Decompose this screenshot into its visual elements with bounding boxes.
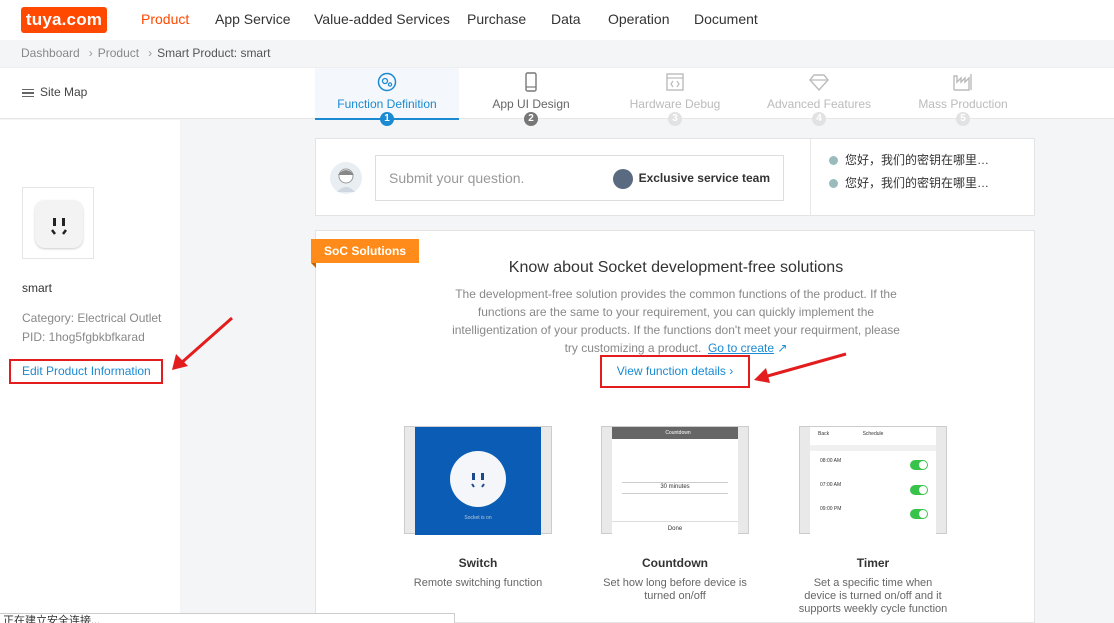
support-avatar-icon [330,162,362,194]
nav-app-service[interactable]: App Service [215,11,290,27]
tuya-logo[interactable]: tuya.com [21,7,107,33]
bullet-icon [829,156,838,166]
countdown-screen-value: 30 minutes [660,484,690,490]
question-input[interactable]: Submit your question. Exclusive service … [375,155,784,201]
step-number: 4 [812,112,826,126]
nav-operation[interactable]: Operation [608,11,669,27]
factory-icon [953,74,972,91]
timer-screen-header: Schedule [862,431,884,437]
toggle-switch[interactable] [910,460,928,470]
countdown-picker-line [622,493,728,494]
feature-card-countdown: Countdown 30 minutes Done Countdown Set … [590,426,760,603]
card-subtitle: Set a specific time when device is turne… [798,577,948,615]
breadcrumb-current: Smart Product: smart [157,46,271,60]
step-number: 5 [956,112,970,126]
divider [810,139,811,215]
diamond-icon [809,74,829,92]
step-number: 1 [380,112,394,126]
nav-value-added-services[interactable]: Value-added Services [314,11,450,27]
annotation-arrow [754,352,847,383]
card-title: Switch [458,556,498,570]
browser-status-bar: 正在建立安全连接... [0,613,455,623]
toggle-switch[interactable] [910,485,928,495]
timer-time: 08:00 AM [820,458,842,464]
socket-icon [35,200,83,248]
menu-icon [22,87,34,100]
view-function-details-button[interactable]: View function details › [600,355,750,388]
toggle-switch[interactable] [910,509,928,519]
question-panel: Submit your question. Exclusive service … [315,138,1035,216]
switch-screen-caption: Socket is on [464,515,492,521]
chevron-right-icon: › [729,364,734,378]
switch-screenshot: Socket is on [404,426,552,535]
countdown-screen-footer: Done [612,521,738,535]
feature-card-switch: Socket is on Switch Remote switching fun… [393,426,563,590]
breadcrumb-product[interactable]: Product [98,46,139,60]
product-name: smart [22,281,52,295]
annotation-arrow [172,316,233,370]
faq-text: 您好，我们的密钥在哪里… [845,153,990,167]
product-category: Category: Electrical Outlet [22,311,162,325]
step-hardware-debug[interactable]: Hardware Debug 3 [603,68,747,126]
exclusive-service-team-button[interactable]: Exclusive service team [612,169,770,189]
step-advanced-features[interactable]: Advanced Features 4 [747,68,891,126]
power-socket-icon [450,451,506,507]
site-map-label: Site Map [40,85,88,99]
timer-screen-divider [810,445,936,451]
view-function-details-label: View function details [616,364,726,378]
bullet-icon [829,179,838,189]
soc-description: The development-free solution provides t… [444,285,908,357]
breadcrumb: Dashboard › Product › Smart Product: smart [21,46,274,60]
timer-time: 07:00 AM [820,482,842,488]
steps-bar: Site Map Function Definition 1 App UI De… [0,67,1114,126]
step-number: 2 [524,112,538,126]
product-pid: PID: 1hog5fgbkbfkarad [22,330,145,344]
breadcrumb-dashboard[interactable]: Dashboard [21,46,80,60]
team-label: Exclusive service team [638,171,770,186]
top-navbar: tuya.com Product App Service Value-added… [0,0,1114,40]
step-function-definition[interactable]: Function Definition 1 [315,68,459,126]
question-placeholder: Submit your question. [389,170,525,186]
chevron-right-icon: › [88,46,93,60]
card-title: Timer [856,556,890,570]
card-subtitle: Remote switching function [413,577,543,589]
step-label: App UI Design [492,97,570,111]
timer-screenshot: Back Schedule 08:00 AM 07:00 AM 09:00 PM [799,426,947,535]
soc-description-text: The development-free solution provides t… [452,287,900,355]
code-icon [666,73,684,91]
step-label: Advanced Features [766,97,872,111]
nav-product[interactable]: Product [141,11,189,27]
step-label: Hardware Debug [629,97,721,111]
step-app-ui-design[interactable]: App UI Design 2 [459,68,603,126]
countdown-screenshot: Countdown 30 minutes Done [601,426,749,535]
soc-solutions-panel: SoC Solutions Know about Socket developm… [311,230,1035,623]
timer-time: 09:00 PM [820,506,842,512]
countdown-screen-header: Countdown [612,427,738,439]
faq-text: 您好，我们的密钥在哪里… [845,176,990,190]
step-number: 3 [668,112,682,126]
nav-document[interactable]: Document [694,11,758,27]
agent-avatar-icon [612,169,633,189]
site-map-button[interactable]: Site Map [22,85,87,99]
card-subtitle: Set how long before device is turned on/… [603,577,747,602]
step-label: Mass Production [918,97,1008,111]
step-mass-production[interactable]: Mass Production 5 [891,68,1035,126]
edit-product-information-link[interactable]: Edit Product Information [9,359,163,384]
nav-purchase[interactable]: Purchase [467,11,526,27]
nav-data[interactable]: Data [551,11,581,27]
soc-heading: Know about Socket development-free solut… [508,259,844,276]
countdown-picker-line [622,482,728,483]
faq-item[interactable]: 您好，我们的密钥在哪里… [829,174,989,191]
product-image [22,187,94,259]
card-title: Countdown [642,556,708,570]
phone-icon [525,72,537,92]
step-label: Function Definition [337,97,437,111]
chevron-right-icon: › [148,46,153,60]
product-info-panel: smart Category: Electrical Outlet PID: 1… [0,120,180,623]
faq-item[interactable]: 您好，我们的密钥在哪里… [829,151,989,168]
gear-icon [377,72,397,92]
feature-card-timer: Back Schedule 08:00 AM 07:00 AM 09:00 PM… [788,426,958,616]
